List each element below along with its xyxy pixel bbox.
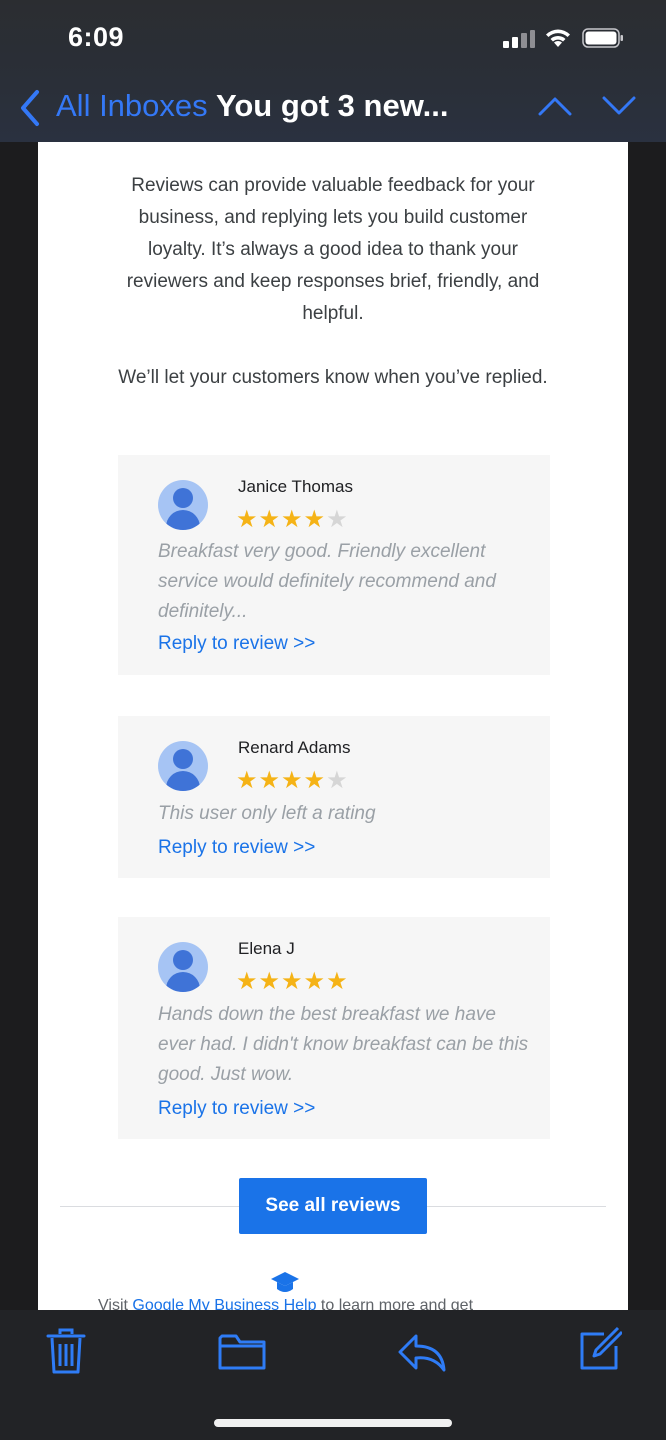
email-subject: You got 3 new... [216, 88, 449, 123]
reviewer-name: Janice Thomas [238, 477, 353, 496]
star-icon: ★ [281, 968, 304, 995]
star-icon: ★ [236, 506, 259, 533]
star-icon: ★ [303, 767, 327, 794]
reply-to-review-link[interactable]: Reply to review >> [158, 633, 315, 655]
star-rating: ★★★★★ [236, 505, 349, 534]
star-icon: ★ [236, 767, 259, 794]
top-bar: 6:09 All Inboxes You got 3 new... [0, 0, 666, 142]
status-time: 6:09 [68, 22, 125, 52]
mail-nav-bar: All Inboxes You got 3 new... [0, 78, 666, 138]
reply-notice-paragraph: We’ll let your customers know when you’v… [118, 367, 548, 388]
email-body: Reviews can provide valuable feedback fo… [38, 142, 628, 1310]
chevron-left-icon[interactable] [18, 88, 42, 128]
status-bar: 6:09 [0, 0, 666, 78]
trash-icon[interactable] [46, 1328, 86, 1376]
star-rating: ★★★★★ [236, 967, 349, 996]
star-empty-icon: ★ [326, 767, 349, 794]
avatar [158, 942, 208, 992]
help-link[interactable]: Google My Business Help [132, 1297, 316, 1310]
review-card: Renard Adams ★★★★★ This user only left a… [118, 716, 550, 878]
intro-paragraph: Reviews can provide valuable feedback fo… [126, 175, 540, 324]
review-text: This user only left a rating [158, 803, 376, 824]
battery-icon [582, 28, 623, 48]
avatar [158, 480, 208, 530]
review-text: Breakfast very good. Friendly excellent … [158, 541, 496, 622]
chevron-up-icon[interactable] [538, 96, 572, 116]
reply-icon[interactable] [398, 1332, 446, 1372]
star-icon: ★ [258, 767, 282, 794]
graduation-cap-icon [271, 1272, 299, 1292]
wifi-icon [546, 29, 570, 47]
star-icon: ★ [303, 968, 327, 995]
star-icon: ★ [258, 506, 282, 533]
reply-to-review-link[interactable]: Reply to review >> [158, 1098, 315, 1120]
star-icon: ★ [281, 767, 304, 794]
reply-to-review-link[interactable]: Reply to review >> [158, 837, 315, 859]
review-text: Hands down the best breakfast we have ev… [158, 1004, 529, 1085]
compose-icon[interactable] [578, 1326, 622, 1372]
star-icon: ★ [281, 506, 304, 533]
see-all-reviews-button[interactable]: See all reviews [239, 1178, 427, 1234]
cellular-signal-icon [503, 30, 535, 48]
star-icon: ★ [303, 506, 327, 533]
star-icon: ★ [326, 968, 349, 995]
chevron-down-icon[interactable] [602, 96, 636, 116]
reviewer-name: Renard Adams [238, 738, 351, 757]
avatar [158, 741, 208, 791]
star-icon: ★ [258, 968, 282, 995]
help-suffix: to learn more and get [316, 1297, 474, 1310]
help-prefix: Visit [98, 1297, 133, 1310]
back-button[interactable]: All Inboxes [56, 88, 208, 124]
review-card: Elena J ★★★★★ Hands down the best breakf… [118, 917, 550, 1139]
reviewer-name: Elena J [238, 939, 295, 958]
star-rating: ★★★★★ [236, 766, 349, 795]
star-empty-icon: ★ [326, 506, 349, 533]
home-indicator[interactable] [214, 1419, 452, 1427]
star-icon: ★ [236, 968, 259, 995]
review-card: Janice Thomas ★★★★★ Breakfast very good.… [118, 455, 550, 675]
help-text: Visit Google My Business Help to learn m… [98, 1297, 568, 1310]
folder-icon[interactable] [218, 1332, 266, 1372]
